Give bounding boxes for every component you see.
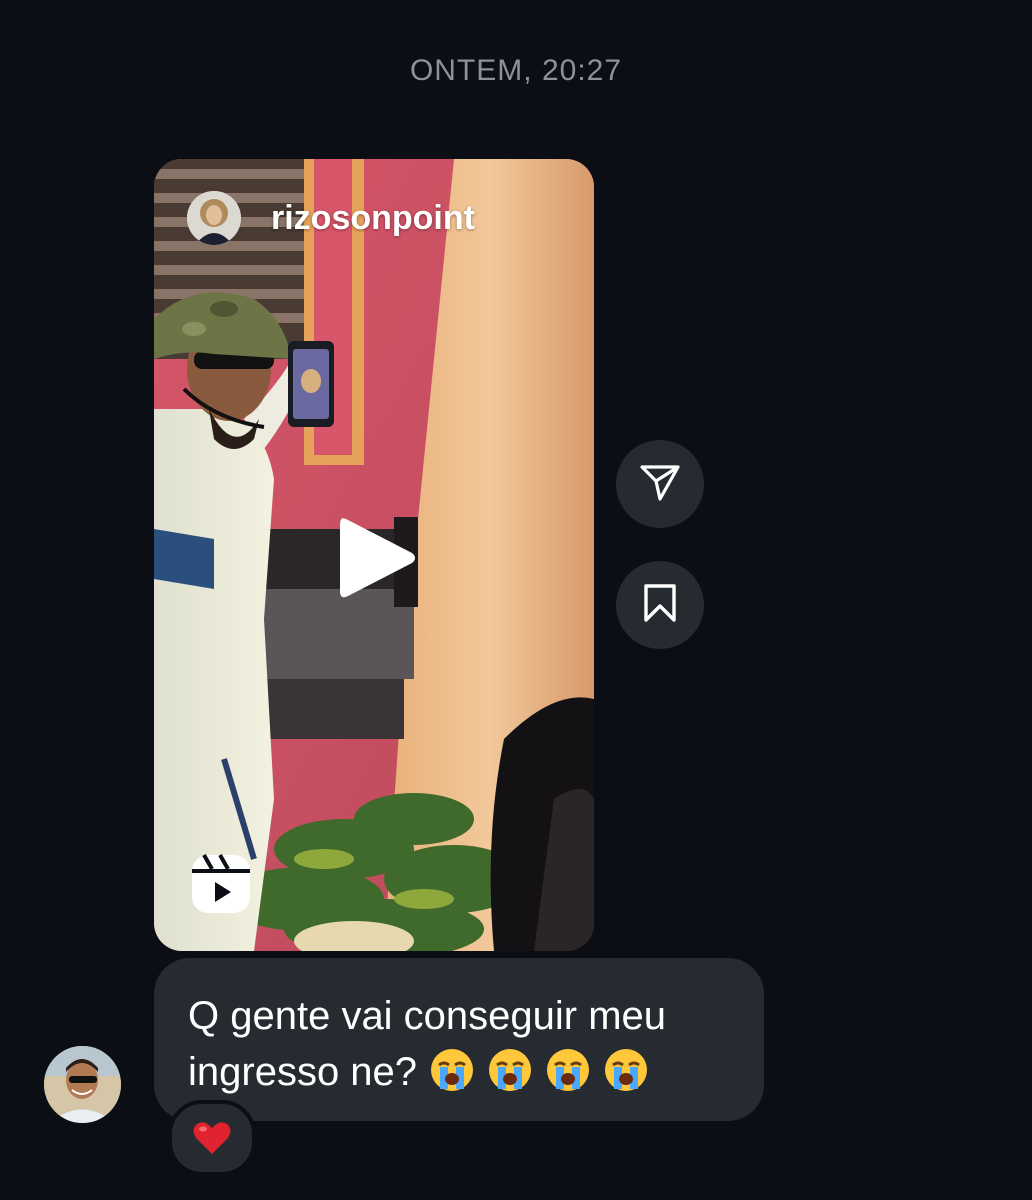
loudly-crying-face-icon bbox=[431, 1049, 474, 1091]
message-timestamp: ONTEM, 20:27 bbox=[409, 54, 623, 87]
dm-thread: ONTEM, 20:27 rizosonpoint Q gente vai co… bbox=[0, 0, 1032, 1200]
play-icon[interactable] bbox=[338, 513, 418, 603]
reel-author-username[interactable]: rizosonpoint bbox=[271, 199, 475, 238]
share-button[interactable] bbox=[616, 440, 704, 528]
sender-avatar[interactable] bbox=[44, 1046, 121, 1123]
reels-icon bbox=[190, 853, 252, 915]
message-emojis bbox=[417, 1049, 649, 1094]
loudly-crying-face-icon bbox=[547, 1049, 590, 1091]
reel-header[interactable]: rizosonpoint bbox=[187, 191, 475, 245]
loudly-crying-face-icon bbox=[605, 1049, 648, 1091]
reel-author-avatar[interactable] bbox=[187, 191, 241, 245]
save-button[interactable] bbox=[616, 561, 704, 649]
paper-plane-icon bbox=[639, 461, 681, 508]
bookmark-icon bbox=[640, 582, 680, 629]
message-bubble[interactable]: Q gente vai conseguir meu ingresso ne? bbox=[154, 958, 764, 1121]
message-reaction[interactable] bbox=[168, 1100, 256, 1176]
red-heart-icon bbox=[193, 1122, 231, 1154]
shared-reel-card[interactable]: rizosonpoint bbox=[154, 159, 594, 951]
loudly-crying-face-icon bbox=[489, 1049, 532, 1091]
